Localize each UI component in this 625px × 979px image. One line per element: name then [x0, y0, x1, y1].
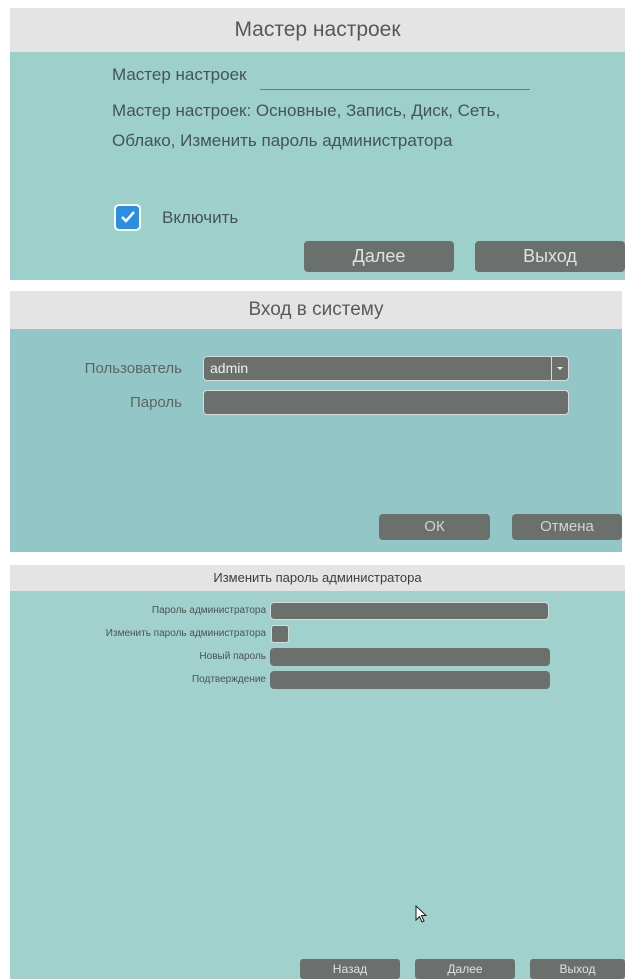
next-button[interactable]: Далее	[415, 959, 515, 979]
exit-button[interactable]: Выход	[475, 241, 625, 272]
ok-button[interactable]: ОК	[379, 514, 490, 540]
change-admin-password-label: Изменить пароль администратора	[105, 628, 266, 639]
mouse-cursor-icon	[415, 905, 428, 923]
confirm-label: Подтверждение	[191, 674, 266, 685]
wizard-title: Мастер настроек	[10, 8, 625, 52]
admin-password-label: Пароль администратора	[151, 605, 266, 616]
change-password-title: Изменить пароль администратора	[10, 565, 625, 591]
cancel-button[interactable]: Отмена	[512, 514, 622, 540]
back-button[interactable]: Назад	[300, 959, 400, 979]
confirm-password-input[interactable]	[270, 671, 550, 689]
change-password-dialog: Изменить пароль администратора Пароль ад…	[10, 565, 625, 979]
dropdown-button[interactable]	[551, 357, 568, 380]
exit-button[interactable]: Выход	[530, 959, 625, 979]
password-input[interactable]	[203, 390, 569, 415]
new-password-input[interactable]	[270, 648, 550, 666]
enable-label: Включить	[162, 208, 239, 227]
heading-underline	[260, 89, 530, 90]
checkmark-icon	[121, 211, 135, 223]
password-label: Пароль	[129, 394, 182, 411]
change-password-checkbox[interactable]	[271, 625, 289, 643]
enable-checkbox[interactable]	[114, 204, 141, 231]
login-dialog: Вход в систему Пользователь admin Пароль…	[10, 291, 622, 552]
wizard-description: Мастер настроек: Основные, Запись, Диск,…	[112, 101, 501, 150]
user-label: Пользователь	[84, 360, 182, 377]
wizard-heading: Мастер настроек	[112, 65, 247, 84]
user-value: admin	[210, 360, 249, 376]
chevron-down-icon	[557, 367, 563, 370]
admin-password-input[interactable]	[270, 602, 549, 620]
user-select[interactable]: admin	[203, 356, 569, 381]
setup-wizard-dialog: Мастер настроек Мастер настроек Мастер н…	[10, 8, 625, 280]
next-button[interactable]: Далее	[304, 241, 454, 272]
login-title: Вход в систему	[10, 291, 622, 329]
new-password-label: Новый пароль	[199, 651, 266, 662]
